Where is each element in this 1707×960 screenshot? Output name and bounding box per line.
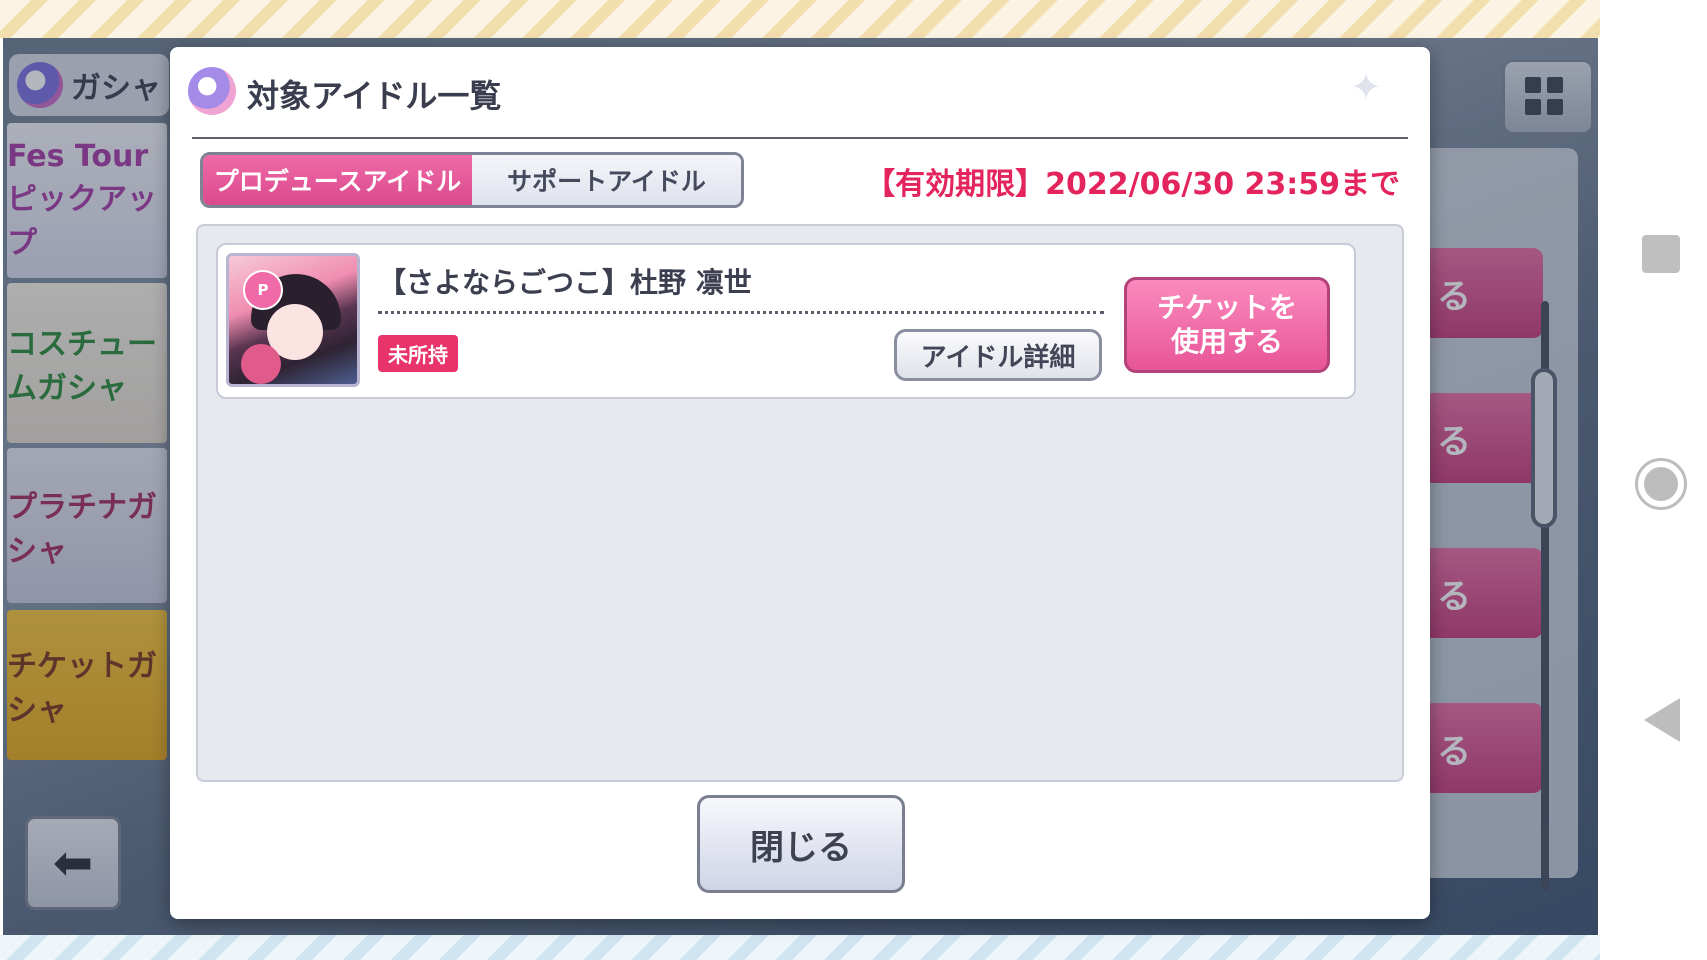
ownership-status-badge: 未所持 (378, 335, 458, 372)
sparkle-icon: ✦ (1350, 65, 1382, 109)
close-button[interactable]: 閉じる (697, 795, 905, 893)
idol-card-name: 【さよならごつこ】杜野 凛世 (378, 266, 752, 299)
tab-produce-idol[interactable]: プロデュースアイドル (203, 155, 472, 205)
idol-detail-button[interactable]: アイドル詳細 (894, 329, 1102, 381)
target-idol-list-dialog: 対象アイドル一覧 ✦ プロデュースアイドル サポートアイドル 【有効期限】202… (170, 47, 1430, 919)
bottom-border-stripe (0, 935, 1600, 960)
use-ticket-label-line2: 使用する (1170, 325, 1283, 358)
title-divider (192, 137, 1408, 139)
idol-list: P 【さよならごつこ】杜野 凛世 未所持 アイドル詳細 チケットを 使用する (196, 224, 1404, 782)
expiry-date: 【有効期限】2022/06/30 23:59まで (865, 167, 1400, 202)
top-border-stripe (0, 0, 1600, 38)
produce-type-icon: P (243, 270, 283, 310)
tab-support-idol[interactable]: サポートアイドル (472, 155, 741, 205)
dialog-title: 対象アイドル一覧 (247, 77, 502, 115)
use-ticket-button[interactable]: チケットを 使用する (1124, 277, 1330, 373)
idol-portrait[interactable]: P (226, 253, 360, 387)
list-item: P 【さよならごつこ】杜野 凛世 未所持 アイドル詳細 チケットを 使用する (216, 243, 1356, 399)
use-ticket-label-line1: チケットを (1156, 291, 1297, 324)
dialog-emblem-icon (188, 67, 236, 115)
recent-apps-icon[interactable] (1642, 235, 1680, 273)
idol-type-tabs: プロデュースアイドル サポートアイドル (200, 152, 744, 208)
home-icon[interactable] (1635, 458, 1687, 510)
system-nav-bar (1600, 0, 1707, 960)
nav-back-icon[interactable] (1644, 698, 1680, 742)
name-divider (378, 311, 1104, 314)
